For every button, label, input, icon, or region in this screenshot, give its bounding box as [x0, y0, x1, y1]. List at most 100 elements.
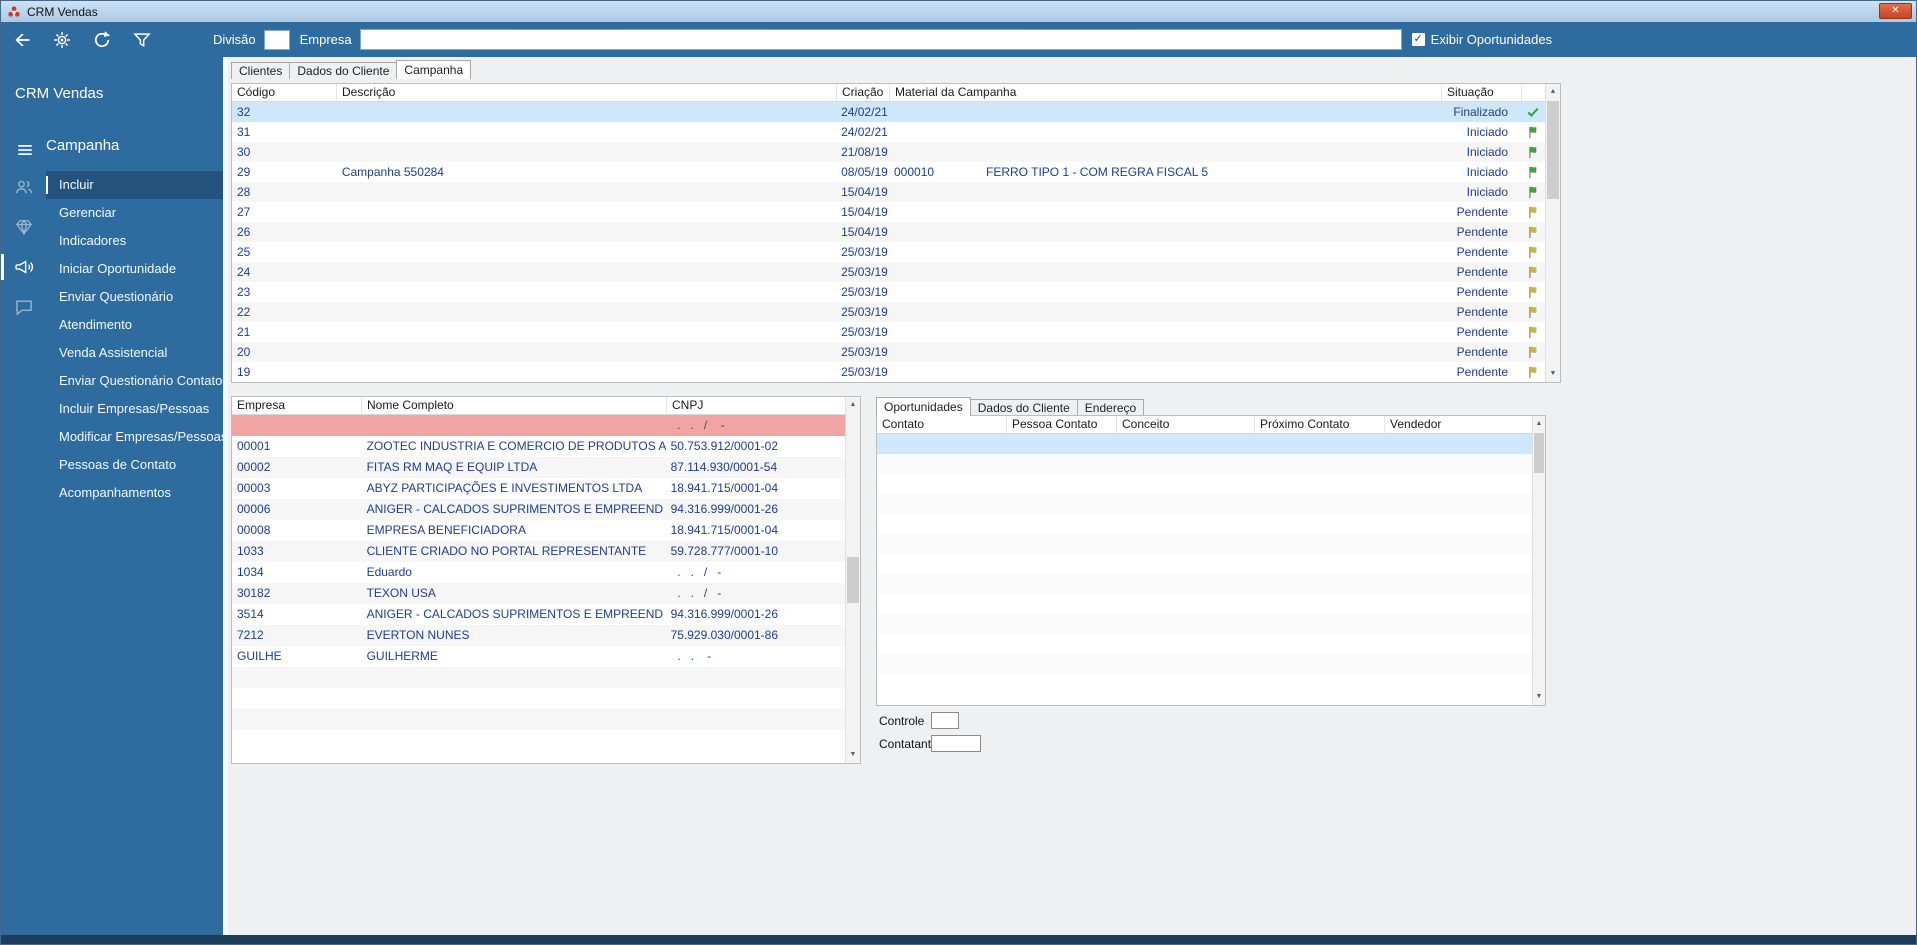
- empresa-row[interactable]: 00002 FITAS RM MAQ E EQUIP LTDA 87.114.930…: [232, 457, 845, 478]
- tab-endereco[interactable]: Endereço: [1076, 399, 1145, 416]
- column-header-codigo[interactable]: Código: [232, 84, 337, 101]
- sidebar-item-atendimento[interactable]: Atendimento: [46, 311, 223, 339]
- column-header-situacao[interactable]: Situação: [1442, 84, 1522, 101]
- empresa-grid-scrollbar[interactable]: ▲ ▼: [845, 397, 860, 763]
- cell-cnpj: 94.316.999/0001-26: [670, 502, 779, 516]
- campaign-row[interactable]: 32 24/02/21 Finalizado: [232, 102, 1545, 122]
- empresa-row[interactable]: 1033 CLIENTE CRIADO NO PORTAL REPRESENTAN…: [232, 541, 845, 562]
- empresa-row[interactable]: 3514 ANIGER - CALCADOS SUPRIMENTOS E EMPR…: [232, 604, 845, 625]
- tab-dados-do-cliente[interactable]: Dados do Cliente: [289, 62, 398, 79]
- sidebar-item-venda-assistencial[interactable]: Venda Assistencial: [46, 339, 223, 367]
- column-header-contato[interactable]: Contato: [877, 416, 1007, 433]
- scroll-up-icon[interactable]: ▲: [1546, 84, 1560, 100]
- column-header-criacao[interactable]: Criação: [837, 84, 890, 101]
- campaign-row[interactable]: 31 24/02/21 Iniciado: [232, 122, 1545, 142]
- divisao-input[interactable]: [263, 29, 290, 50]
- refresh-icon[interactable]: [91, 29, 113, 51]
- column-header-material[interactable]: Material da Campanha: [890, 84, 1442, 101]
- campaign-row[interactable]: 27 15/04/19 Pendente: [232, 202, 1545, 222]
- opportunity-row[interactable]: [877, 494, 1532, 514]
- empresa-row[interactable]: 1034 Eduardo . . / -: [232, 562, 845, 583]
- campaign-row[interactable]: 21 25/03/19 Pendente: [232, 322, 1545, 342]
- scroll-thumb[interactable]: [1534, 433, 1544, 473]
- empresa-row[interactable]: 30182 TEXON USA . . / -: [232, 583, 845, 604]
- opportunity-row[interactable]: [877, 594, 1532, 614]
- contatante-field: Contatante: [879, 735, 981, 752]
- campaign-row[interactable]: 26 15/04/19 Pendente: [232, 222, 1545, 242]
- column-header-conceito[interactable]: Conceito: [1117, 416, 1255, 433]
- scroll-up-icon[interactable]: ▲: [1533, 416, 1545, 432]
- oportunidades-grid-scrollbar[interactable]: ▲ ▼: [1532, 416, 1545, 705]
- sidebar-item-indicadores[interactable]: Indicadores: [46, 227, 223, 255]
- contatante-input[interactable]: [931, 735, 981, 752]
- campaign-row[interactable]: 28 15/04/19 Iniciado: [232, 182, 1545, 202]
- exibir-oportunidades-checkbox[interactable]: ✓ Exibir Oportunidades: [1411, 32, 1552, 47]
- opportunity-row[interactable]: [877, 554, 1532, 574]
- opportunity-row[interactable]: [877, 614, 1532, 634]
- scroll-down-icon[interactable]: ▼: [1546, 366, 1560, 382]
- campaign-row[interactable]: 19 25/03/19 Pendente: [232, 362, 1545, 382]
- empresa-row[interactable]: 7212 EVERTON NUNES 75.929.030/0001-86: [232, 625, 845, 646]
- column-header-cnpj[interactable]: CNPJ: [667, 397, 847, 414]
- sidebar-item-enviar-questionario-contato[interactable]: Enviar Questionário Contato: [46, 367, 223, 395]
- empresa-row[interactable]: 00001 ZOOTEC INDUSTRIA E COMERCIO DE PROD…: [232, 436, 845, 457]
- empresa-row[interactable]: 00006 ANIGER - CALCADOS SUPRIMENTOS E EMP…: [232, 499, 845, 520]
- filter-icon[interactable]: [131, 29, 153, 51]
- sidebar-item-enviar-questionario[interactable]: Enviar Questionário: [46, 283, 223, 311]
- column-header-pessoa-contato[interactable]: Pessoa Contato: [1007, 416, 1117, 433]
- close-button[interactable]: ✕: [1879, 3, 1912, 19]
- opportunity-row[interactable]: [877, 454, 1532, 474]
- megaphone-icon[interactable]: [1, 254, 34, 280]
- scroll-thumb[interactable]: [1547, 101, 1559, 199]
- campaign-row[interactable]: 25 25/03/19 Pendente: [232, 242, 1545, 262]
- campaign-grid-scrollbar[interactable]: ▲ ▼: [1545, 84, 1560, 382]
- campaign-row[interactable]: 30 21/08/19 Iniciado: [232, 142, 1545, 162]
- controle-input[interactable]: [931, 712, 959, 729]
- sidebar-item-iniciar-oportunidade[interactable]: Iniciar Oportunidade: [46, 255, 223, 283]
- scroll-down-icon[interactable]: ▼: [1533, 689, 1545, 705]
- tab-campanha[interactable]: Campanha: [396, 60, 472, 79]
- opportunity-row[interactable]: [877, 434, 1532, 454]
- opportunity-row[interactable]: [877, 634, 1532, 654]
- empresa-input[interactable]: [359, 29, 1402, 50]
- opportunity-row[interactable]: [877, 474, 1532, 494]
- column-header-empresa[interactable]: Empresa: [232, 397, 362, 414]
- sidebar-item-incluir-empresas-pessoas[interactable]: Incluir Empresas/Pessoas: [46, 395, 223, 423]
- opportunity-row[interactable]: [877, 674, 1532, 694]
- cell-material-campanha: 000010 FERRO TIPO 1 - COM REGRA FISCAL 5: [889, 162, 1440, 182]
- tab-oportunidades[interactable]: Oportunidades: [876, 397, 971, 416]
- chat-icon[interactable]: [14, 297, 34, 317]
- empresa-row[interactable]: 00008 EMPRESA BENEFICIADORA 18.941.715/000…: [232, 520, 845, 541]
- empresa-row[interactable]: GUILHE GUILHERME . . -: [232, 646, 845, 667]
- campaign-row[interactable]: 22 25/03/19 Pendente: [232, 302, 1545, 322]
- column-header-nome-completo[interactable]: Nome Completo: [362, 397, 667, 414]
- tab-clientes[interactable]: Clientes: [231, 62, 291, 79]
- opportunity-row[interactable]: [877, 534, 1532, 554]
- sidebar-item-gerenciar[interactable]: Gerenciar: [46, 199, 223, 227]
- cell-codigo: 28: [237, 185, 251, 199]
- scroll-up-icon[interactable]: ▲: [846, 397, 860, 413]
- empresa-filter-row[interactable]: . . / -: [232, 415, 845, 436]
- scroll-down-icon[interactable]: ▼: [846, 747, 860, 763]
- empresa-row[interactable]: 00003 ABYZ PARTICIPAÇÕES E INVESTIMENTOS …: [232, 478, 845, 499]
- column-header-descricao[interactable]: Descrição: [337, 84, 837, 101]
- opportunity-row[interactable]: [877, 514, 1532, 534]
- column-header-vendedor[interactable]: Vendedor: [1385, 416, 1534, 433]
- campaign-row[interactable]: 23 25/03/19 Pendente: [232, 282, 1545, 302]
- scroll-thumb[interactable]: [847, 557, 859, 603]
- sidebar-item-modificar-empresas-pessoas[interactable]: Modificar Empresas/Pessoas: [46, 423, 223, 451]
- settings-icon[interactable]: [51, 29, 73, 51]
- campaign-row[interactable]: 20 25/03/19 Pendente: [232, 342, 1545, 362]
- opportunity-row[interactable]: [877, 574, 1532, 594]
- back-icon[interactable]: [11, 29, 33, 51]
- gem-icon[interactable]: [14, 217, 34, 237]
- sidebar-item-pessoas-de-contato[interactable]: Pessoas de Contato: [46, 451, 223, 479]
- people-icon[interactable]: [14, 177, 34, 197]
- column-header-proximo-contato[interactable]: Próximo Contato: [1255, 416, 1385, 433]
- tab-dados-do-cliente[interactable]: Dados do Cliente: [969, 399, 1078, 416]
- sidebar-item-acompanhamentos[interactable]: Acompanhamentos: [46, 479, 223, 507]
- opportunity-row[interactable]: [877, 654, 1532, 674]
- sidebar-item-incluir[interactable]: Incluir: [46, 171, 223, 199]
- campaign-row[interactable]: 29 Campanha 550284 08/05/19 000010 FERRO TIP…: [232, 162, 1545, 182]
- campaign-row[interactable]: 24 25/03/19 Pendente: [232, 262, 1545, 282]
